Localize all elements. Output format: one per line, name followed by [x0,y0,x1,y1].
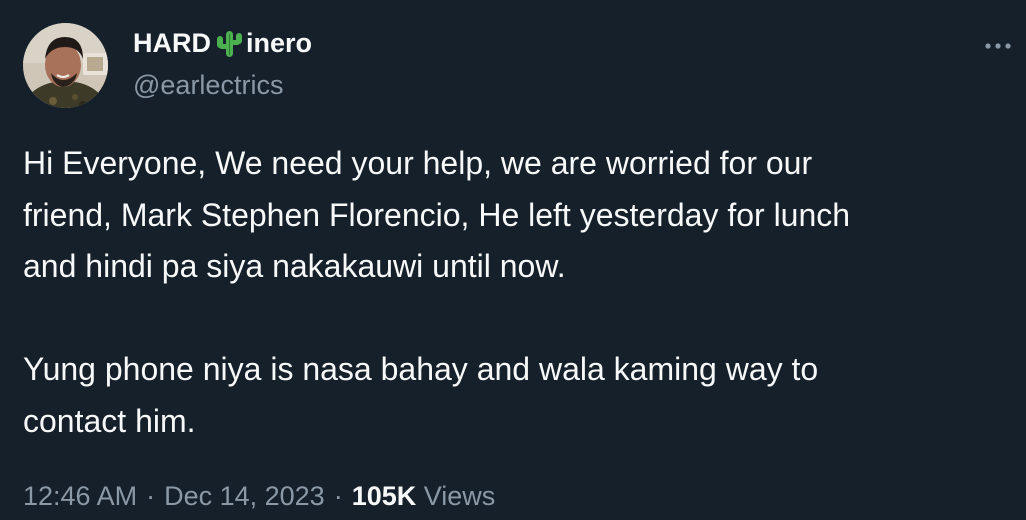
tweet: HARD inero @earlectrics Hi Everyone, We … [0,0,1026,520]
more-horizontal-icon[interactable] [980,36,1016,56]
tweet-date[interactable]: Dec 14, 2023 [164,481,325,511]
author-name-suffix: inero [246,27,313,58]
avatar[interactable] [23,23,108,108]
author-name[interactable]: HARD inero [133,27,312,59]
views-count[interactable]: 105K [352,481,417,511]
views-label: Views [423,481,496,511]
tweet-metadata: 12:46 AM · Dec 14, 2023 · 105K Views [23,481,495,512]
author-handle[interactable]: @earlectrics [133,70,283,101]
tweet-text: Hi Everyone, We need your help, we are w… [23,145,851,439]
author-name-prefix: HARD [133,27,211,58]
avatar-image [23,23,108,108]
separator: · [333,481,343,511]
cactus-icon [214,27,244,59]
tweet-time[interactable]: 12:46 AM [23,481,137,511]
separator: · [146,481,156,511]
